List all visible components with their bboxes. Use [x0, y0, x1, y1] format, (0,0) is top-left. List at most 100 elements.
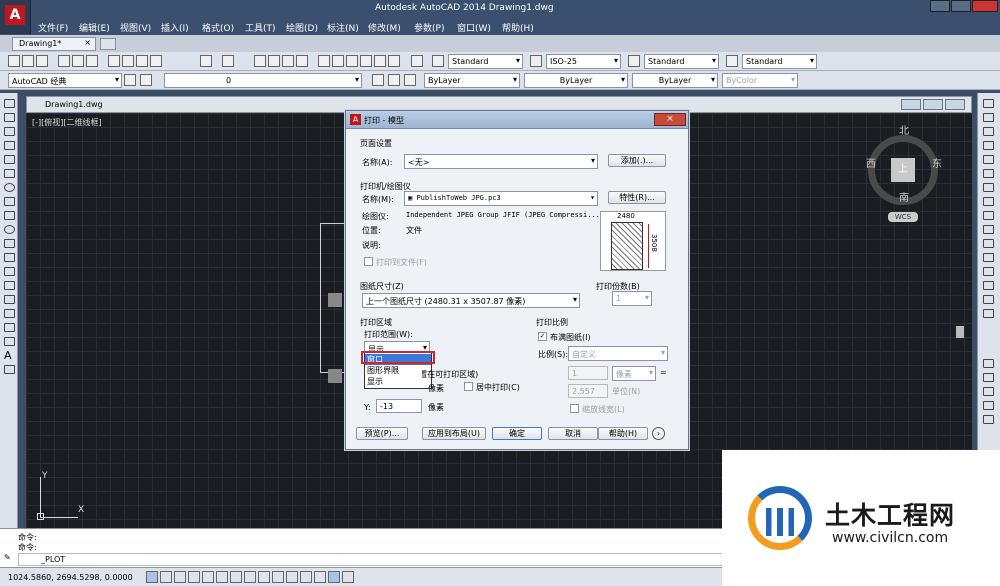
bring-front-icon[interactable]	[983, 373, 994, 382]
osnap-toggle[interactable]	[216, 571, 228, 583]
new-tab-button[interactable]	[100, 38, 116, 50]
center-plot-checkbox[interactable]	[464, 382, 473, 391]
help-icon[interactable]	[411, 55, 423, 67]
pan-icon[interactable]	[254, 55, 266, 67]
dim-style-select[interactable]: ISO-25	[546, 54, 621, 69]
layer-state-icon[interactable]	[404, 74, 416, 86]
grid-toggle[interactable]	[174, 571, 186, 583]
cancel-button[interactable]: 取消	[548, 427, 598, 440]
zoom-previous-icon[interactable]	[296, 55, 308, 67]
plotstyle-select[interactable]: ByColor	[722, 73, 798, 88]
selection-cycling-toggle[interactable]	[328, 571, 340, 583]
mirror-icon[interactable]	[983, 127, 994, 136]
menu-format[interactable]: 格式(O)	[202, 21, 234, 34]
arc-icon[interactable]	[4, 169, 15, 178]
polar-toggle[interactable]	[202, 571, 214, 583]
add-page-setup-button[interactable]: 添加(.)...	[608, 154, 666, 167]
layer-select[interactable]: 0	[164, 73, 362, 88]
menu-insert[interactable]: 插入(I)	[161, 21, 189, 34]
draworder-icon[interactable]	[983, 359, 994, 368]
circle-icon[interactable]	[4, 183, 15, 192]
ellipse-icon[interactable]	[4, 225, 15, 234]
customize-icon[interactable]: ✎	[4, 553, 14, 563]
send-back-icon[interactable]	[983, 387, 994, 396]
offset-icon[interactable]	[983, 141, 994, 150]
page-setup-name-select[interactable]: <无>	[404, 154, 598, 169]
menu-view[interactable]: 视图(V)	[120, 21, 151, 34]
snap-toggle[interactable]	[160, 571, 172, 583]
plot-range-option-limits[interactable]: 图形界限	[365, 365, 431, 376]
otrack-toggle[interactable]	[244, 571, 256, 583]
printer-name-select[interactable]: ▣ PublishToWeb JPG.pc3	[404, 191, 598, 206]
vertical-scrollbar-thumb[interactable]	[956, 326, 964, 338]
fillet-icon[interactable]	[983, 295, 994, 304]
match-properties-icon[interactable]	[150, 55, 162, 67]
more-options-icon[interactable]: ›	[652, 427, 665, 440]
cut-icon[interactable]	[108, 55, 120, 67]
menu-tools[interactable]: 工具(T)	[245, 21, 276, 34]
text-style-icon[interactable]	[432, 55, 444, 67]
apply-to-layout-button[interactable]: 应用到布局(U)	[422, 427, 486, 440]
quick-properties-toggle[interactable]	[314, 571, 326, 583]
menu-dimension[interactable]: 标注(N)	[327, 21, 359, 34]
command-input[interactable]: _PLOT	[18, 553, 738, 566]
lineweight-toggle[interactable]	[286, 571, 298, 583]
menu-modify[interactable]: 修改(M)	[368, 21, 401, 34]
zoom-realtime-icon[interactable]	[268, 55, 280, 67]
infer-constraints-toggle[interactable]	[146, 571, 158, 583]
ok-button[interactable]: 确定	[492, 427, 542, 440]
menu-parameter[interactable]: 参数(P)	[414, 21, 444, 34]
array-icon[interactable]	[983, 155, 994, 164]
polygon-icon[interactable]	[4, 141, 15, 150]
viewcube-south-label[interactable]: 南	[899, 189, 909, 204]
scale-drawing-input[interactable]: 2.557	[568, 384, 608, 398]
extend-icon[interactable]	[983, 239, 994, 248]
table-style-select[interactable]: Standard	[644, 54, 719, 69]
copy-icon[interactable]	[122, 55, 134, 67]
line-icon[interactable]	[4, 99, 15, 108]
open-icon[interactable]	[22, 55, 34, 67]
gradient-icon[interactable]	[4, 309, 15, 318]
maximize-button[interactable]	[951, 0, 971, 12]
fit-to-paper-checkbox[interactable]: ✓	[538, 332, 547, 341]
new-icon[interactable]	[8, 55, 20, 67]
make-current-layer-icon[interactable]	[372, 74, 384, 86]
menu-window[interactable]: 窗口(W)	[457, 21, 491, 34]
color-select[interactable]: ByLayer	[424, 73, 520, 88]
sheet-set-icon[interactable]	[360, 55, 372, 67]
scale-select[interactable]: 自定义	[568, 346, 668, 361]
menu-help[interactable]: 帮助(H)	[502, 21, 534, 34]
rectangle-icon[interactable]	[4, 155, 15, 164]
viewcube-top-face[interactable]: 上	[891, 158, 915, 182]
plot-preview-icon[interactable]	[72, 55, 84, 67]
menu-edit[interactable]: 编辑(E)	[79, 21, 110, 34]
point-icon[interactable]	[4, 281, 15, 290]
linetype-select[interactable]: ByLayer	[524, 73, 628, 88]
text-style-select[interactable]: Standard	[448, 54, 523, 69]
construction-line-icon[interactable]	[4, 113, 15, 122]
make-block-icon[interactable]	[4, 267, 15, 276]
plot-to-file-checkbox[interactable]	[364, 257, 373, 266]
copy-object-icon[interactable]	[983, 113, 994, 122]
multileader-style-icon[interactable]	[726, 55, 738, 67]
scale-paper-input[interactable]: 1	[568, 366, 608, 380]
tab-close-icon[interactable]: ×	[84, 38, 91, 47]
y-offset-input[interactable]: -13	[376, 399, 422, 413]
trim-icon[interactable]	[983, 225, 994, 234]
table-icon[interactable]	[4, 337, 15, 346]
dim-style-icon[interactable]	[530, 55, 542, 67]
rotate-icon[interactable]	[983, 183, 994, 192]
lineweight-select[interactable]: ByLayer	[632, 73, 718, 88]
help-button[interactable]: 帮助(H)	[598, 427, 648, 440]
ellipse-arc-icon[interactable]	[4, 239, 15, 248]
viewport-controls[interactable]: [-][俯视][二维线框]	[32, 117, 102, 128]
drawing-close-button[interactable]	[945, 99, 965, 110]
workspace-select[interactable]: AutoCAD 经典	[8, 73, 122, 88]
multileader-style-select[interactable]: Standard	[742, 54, 817, 69]
move-icon[interactable]	[983, 169, 994, 178]
dialog-close-button[interactable]: ×	[654, 113, 686, 126]
quickcalc-icon[interactable]	[388, 55, 400, 67]
preview-button[interactable]: 预览(P)...	[356, 427, 408, 440]
menu-file[interactable]: 文件(F)	[38, 21, 68, 34]
tab-drawing1[interactable]: Drawing1* ×	[12, 37, 96, 51]
